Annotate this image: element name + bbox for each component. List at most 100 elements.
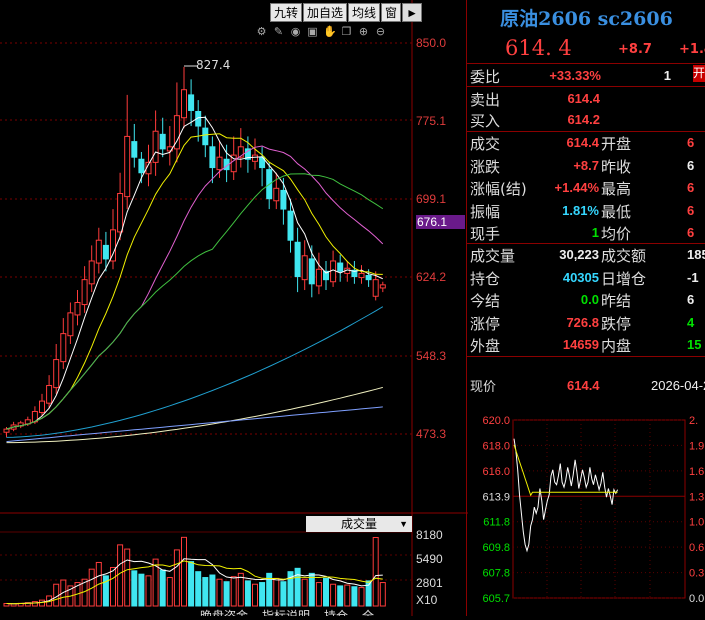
last-price: 614. 4 <box>505 36 572 60</box>
candle-body <box>131 141 138 158</box>
sell-price: 614.4 <box>567 91 600 106</box>
eye-icon[interactable]: ◉ <box>289 25 302 38</box>
chevron-down-icon: ▼ <box>399 519 408 529</box>
intraday-price-tick: 618.0 <box>482 440 510 452</box>
volume-bar <box>131 570 138 607</box>
quote-label: 最低 <box>601 202 632 221</box>
ma30-line <box>6 173 384 430</box>
intraday-pct-tick: 1.0 <box>689 517 704 529</box>
open-badge: 开 <box>693 65 705 82</box>
tab-all[interactable]: 全 <box>362 607 374 616</box>
zoom-out-icon[interactable]: ⊖ <box>374 25 387 38</box>
candle-body <box>138 158 145 174</box>
volume-bar <box>379 582 386 607</box>
volume-bar <box>53 583 60 607</box>
volume-bar <box>159 569 166 607</box>
buy-price: 614.2 <box>567 112 600 127</box>
gear-icon[interactable]: ⚙ <box>255 25 268 38</box>
candle-body <box>67 312 74 337</box>
hand-icon[interactable]: ✋ <box>323 25 337 38</box>
quote-label: 成交额 <box>601 247 647 265</box>
trash-icon[interactable]: ▣ <box>306 25 319 38</box>
quote-label: 涨幅(结) <box>470 180 527 198</box>
intraday-pct-tick: 0.3 <box>689 568 704 580</box>
quote-value: 614.4 <box>566 135 599 150</box>
intraday-price-tick: 613.9 <box>482 491 510 503</box>
quote-label: 振幅 <box>470 202 501 221</box>
quote-value: 6 <box>687 225 695 240</box>
chart-tool-icons: ⚙ ✎ ◉ ▣ ✋ ❐ ⊕ ⊖ <box>255 25 387 38</box>
intraday-price-tick: 607.8 <box>482 568 510 580</box>
quote-label: 今结 <box>470 292 501 310</box>
quote-label: 涨停 <box>470 314 501 333</box>
volume-bar <box>173 549 180 607</box>
candle-body <box>301 255 308 281</box>
candle-body <box>273 187 280 202</box>
quote-value: 185 <box>687 247 705 262</box>
zoom-in-icon[interactable]: ⊕ <box>357 25 370 38</box>
divider <box>467 63 705 64</box>
weibi-value: +33.33% <box>549 68 601 83</box>
candle-body <box>88 260 95 285</box>
divider <box>467 356 705 357</box>
intraday-avg-line <box>513 444 618 497</box>
moving-average-button[interactable]: 均线 <box>348 3 381 22</box>
divider <box>467 86 705 87</box>
intraday-label: 现价 <box>470 380 497 395</box>
pen-icon[interactable]: ✎ <box>272 25 285 38</box>
volume-bar <box>223 581 230 607</box>
intraday-price: 614.4 <box>567 378 600 393</box>
intraday-price-tick: 605.7 <box>482 593 510 605</box>
jiuzhuan-button[interactable]: 九转 <box>270 3 303 22</box>
tab-night-session[interactable]: 晚盘盗金 <box>200 607 248 616</box>
quote-label: 均价 <box>601 225 632 243</box>
copy-icon[interactable]: ❐ <box>340 25 353 38</box>
quote-value: 6 <box>687 292 695 307</box>
ma250-line <box>6 406 383 443</box>
quote-value: 4 <box>687 314 695 330</box>
candle-body <box>337 262 344 272</box>
tab-indicator-help[interactable]: 指标说明 <box>262 607 310 616</box>
candle-body <box>124 135 131 198</box>
quote-value: 726.8 <box>566 314 599 330</box>
candle-body <box>379 284 386 289</box>
volume-bar <box>166 577 173 607</box>
intraday-chart[interactable]: 620.0 2. 618.0 1.9 616.0 1.6 613.9 1.3 611.8 1.0 6… <box>467 404 705 616</box>
volume-bar <box>351 586 358 607</box>
volume-bar <box>195 571 202 607</box>
chart-toolbar: 九转 加自选 均线 窗 ► <box>270 3 422 22</box>
volume-indicator-select[interactable]: 成交量 ▼ <box>306 516 412 532</box>
quote-label: 昨收 <box>601 157 632 176</box>
volume-bar <box>216 578 223 607</box>
quote-value: 15 <box>687 337 702 352</box>
volume-bar <box>337 585 344 607</box>
ma5-line <box>6 116 384 430</box>
add-watchlist-button[interactable]: 加自选 <box>303 3 348 22</box>
candle-body <box>81 279 88 306</box>
candle-body <box>372 279 379 297</box>
quote-label: 最高 <box>601 180 632 198</box>
intraday-frame <box>512 419 686 599</box>
tab-position[interactable]: 持仓 <box>324 607 348 616</box>
candle-body <box>102 244 109 260</box>
candle-body <box>117 193 124 233</box>
volume-bar <box>344 584 351 607</box>
intraday-pct-tick: 1.3 <box>689 491 704 503</box>
weibi-label: 委比 <box>470 68 501 86</box>
window-button[interactable]: 窗 <box>381 3 402 22</box>
intraday-price-tick: 616.0 <box>482 466 510 478</box>
quote-label: 涨跌 <box>470 157 501 176</box>
quote-value: 6 <box>687 180 695 195</box>
quote-panel: 原油2606 sc2606 614. 4 +8.7 +1.4 委比 +33.33… <box>466 0 705 616</box>
weibi-count: 1 <box>663 68 671 83</box>
price-tick: 473.3 <box>416 427 447 441</box>
volume-bar <box>209 574 216 607</box>
volume-bar <box>230 576 237 607</box>
quote-value: 1.81% <box>562 202 599 218</box>
arrow-right-icon[interactable]: ► <box>402 3 422 22</box>
volume-bar <box>358 587 365 607</box>
divider <box>467 243 705 244</box>
candle-body <box>159 133 166 150</box>
volume-tick: 8180 <box>416 528 443 542</box>
volume-bar <box>244 580 251 607</box>
